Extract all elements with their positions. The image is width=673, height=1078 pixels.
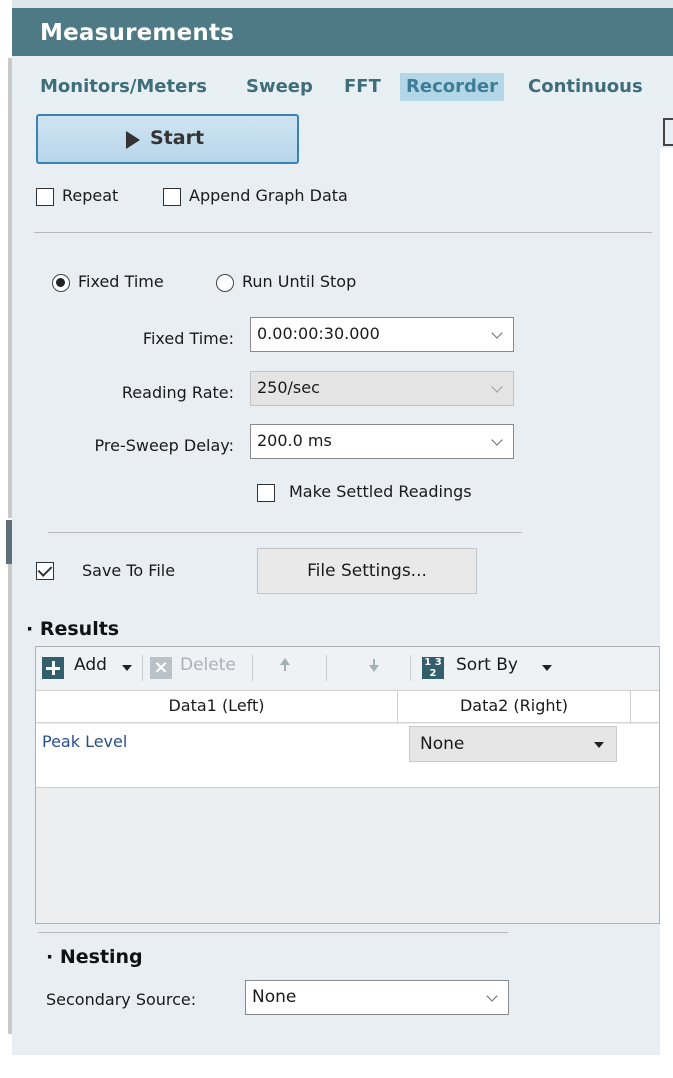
column-header-data1[interactable]: Data1 (Left) — [36, 696, 397, 715]
secondary-source-combo[interactable]: None — [245, 980, 509, 1015]
pre-sweep-delay-value: 200.0 ms — [257, 431, 332, 450]
nesting-heading[interactable]: · Nesting — [46, 946, 143, 968]
make-settled-readings-label: Make Settled Readings — [289, 482, 472, 501]
chevron-down-icon — [486, 990, 498, 1002]
fixed-time-value: 0.00:00:30.000 — [257, 324, 380, 343]
column-header-data2[interactable]: Data2 (Right) — [398, 696, 630, 715]
tab-continuous[interactable]: Continuous — [528, 73, 643, 101]
repeat-label: Repeat — [62, 186, 119, 205]
panel-title: Measurements — [40, 20, 235, 46]
reading-rate-label: Reading Rate: — [121, 383, 234, 402]
file-settings-button-label: File Settings... — [307, 561, 427, 581]
toolbar-separator — [142, 655, 143, 681]
measurement-tabs: Monitors/Meters Sweep FFT Recorder Conti… — [12, 68, 673, 104]
tab-sweep[interactable]: Sweep — [246, 73, 313, 101]
add-dropdown-caret-icon[interactable] — [122, 665, 132, 671]
table-row[interactable]: Peak Level None — [36, 724, 659, 788]
tab-recorder[interactable]: Recorder — [400, 73, 504, 101]
column-divider — [630, 691, 631, 724]
reading-rate-value: 250/sec — [257, 378, 320, 397]
graph-toolbar-icon[interactable] — [663, 118, 673, 146]
toolbar-separator — [410, 655, 411, 681]
secondary-source-value: None — [252, 987, 297, 1007]
fixed-time-combo[interactable]: 0.00:00:30.000 — [250, 317, 514, 352]
append-graph-data-label: Append Graph Data — [189, 186, 348, 205]
section-divider — [38, 932, 508, 933]
chevron-down-icon — [594, 742, 604, 748]
chevron-down-icon — [491, 381, 503, 393]
move-down-icon[interactable] — [369, 665, 379, 672]
fixed-time-radio[interactable] — [52, 274, 70, 292]
chevron-down-icon — [491, 327, 503, 339]
result-data1-cell[interactable]: Peak Level — [42, 732, 127, 751]
result-data2-value: None — [420, 734, 465, 754]
toolbar-separator — [326, 655, 327, 681]
results-heading-text: Results — [39, 618, 120, 640]
pre-sweep-delay-label: Pre-Sweep Delay: — [94, 436, 235, 455]
add-button[interactable]: Add — [74, 655, 107, 675]
save-to-file-label: Save To File — [82, 561, 176, 580]
secondary-source-label: Secondary Source: — [46, 990, 197, 1009]
measurements-panel: Measurements Monitors/Meters Sweep FFT R… — [12, 0, 673, 1055]
start-button-label: Start — [150, 127, 205, 149]
results-heading[interactable]: · Results — [26, 618, 119, 640]
section-divider — [34, 232, 652, 233]
move-up-icon[interactable] — [280, 658, 290, 665]
tab-monitors-meters[interactable]: Monitors/Meters — [40, 73, 207, 101]
run-until-stop-radio[interactable] — [216, 274, 234, 292]
chevron-down-icon — [491, 434, 503, 446]
sort-icon: 1 32 — [422, 657, 444, 679]
tab-fft[interactable]: FFT — [344, 73, 381, 101]
add-icon — [42, 657, 64, 679]
sort-dropdown-caret-icon[interactable] — [542, 665, 552, 671]
repeat-checkbox[interactable] — [36, 188, 54, 206]
run-until-stop-radio-label: Run Until Stop — [242, 272, 357, 291]
pre-sweep-delay-combo[interactable]: 200.0 ms — [250, 424, 514, 459]
results-toolbar: Add × Delete 1 32 Sort By — [36, 647, 659, 689]
append-graph-data-checkbox[interactable] — [163, 188, 181, 206]
result-data2-dropdown[interactable]: None — [409, 726, 617, 762]
results-grid-header: Data1 (Left) Data2 (Right) — [36, 690, 659, 724]
move-up-icon-stem — [284, 665, 286, 671]
results-grid: Add × Delete 1 32 Sort By Data1 (Left) D… — [35, 646, 660, 924]
file-settings-button[interactable]: File Settings... — [257, 548, 477, 594]
start-button[interactable]: Start — [36, 114, 299, 164]
section-divider — [48, 532, 522, 533]
fixed-time-radio-label: Fixed Time — [78, 272, 164, 291]
play-icon — [126, 131, 140, 149]
graph-area-edge — [660, 148, 673, 1078]
sort-by-button[interactable]: Sort By — [456, 655, 518, 675]
fixed-time-label: Fixed Time: — [142, 329, 234, 348]
make-settled-readings-checkbox[interactable] — [257, 484, 275, 502]
reading-rate-combo[interactable]: 250/sec — [250, 371, 514, 406]
nesting-heading-text: Nesting — [59, 946, 143, 968]
delete-icon: × — [150, 657, 172, 679]
save-to-file-checkbox[interactable] — [36, 562, 54, 580]
toolbar-separator — [252, 655, 253, 681]
left-edge — [0, 0, 12, 1078]
delete-button[interactable]: Delete — [180, 655, 236, 675]
